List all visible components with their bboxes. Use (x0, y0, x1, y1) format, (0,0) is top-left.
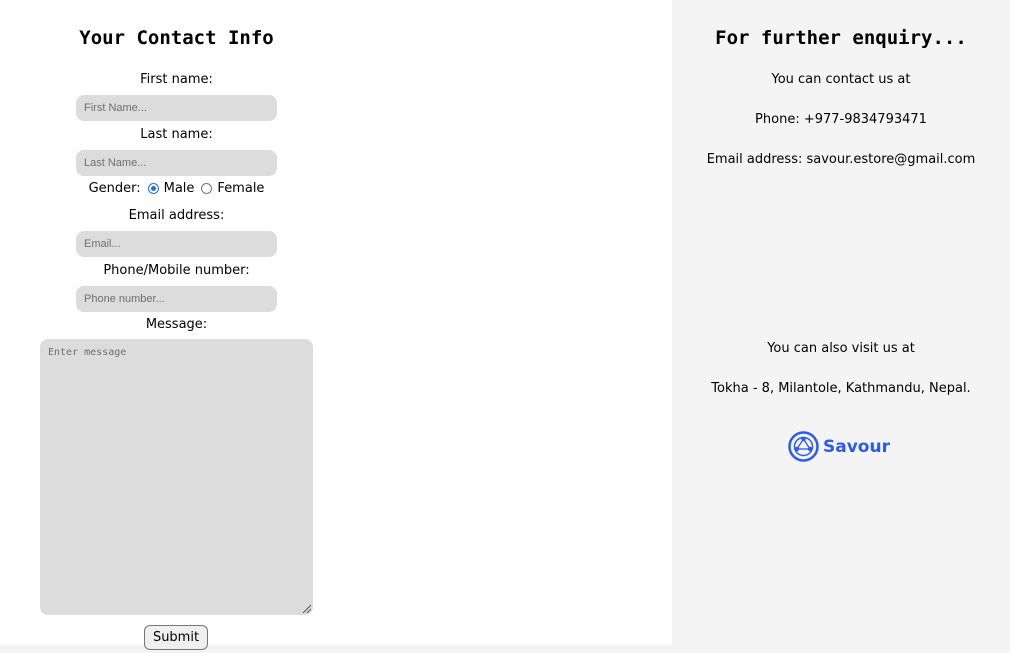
contact-page: Your Contact Info First name: Last name:… (0, 0, 1015, 653)
savour-logo: Savour (788, 431, 890, 462)
form-title: Your Contact Info (79, 27, 274, 49)
last-name-input[interactable] (76, 150, 277, 176)
first-name-input[interactable] (76, 95, 277, 121)
contact-intro: You can contact us at (771, 72, 911, 87)
gender-group: Gender: Male Female (0, 181, 353, 196)
visit-intro: You can also visit us at (767, 341, 915, 356)
last-name-label: Last name: (140, 127, 213, 142)
contact-form-panel: Your Contact Info First name: Last name:… (0, 0, 672, 650)
right-edge-strip (1010, 0, 1015, 653)
female-radio[interactable] (201, 183, 213, 194)
message-label: Message: (145, 317, 208, 332)
message-textarea[interactable] (40, 339, 313, 615)
gender-label: Gender: (88, 181, 141, 196)
contact-phone: Phone: +977-9834793471 (755, 112, 927, 127)
submit-button[interactable]: Submit (144, 625, 208, 650)
address: Tokha - 8, Milantole, Kathmandu, Nepal. (711, 381, 971, 396)
enquiry-title: For further enquiry... (715, 27, 967, 49)
resize-grip-icon[interactable] (302, 604, 311, 613)
male-radio[interactable] (147, 183, 159, 194)
enquiry-panel: For further enquiry... You can contact u… (672, 0, 1010, 653)
phone-label: Phone/Mobile number: (103, 263, 250, 278)
phone-input[interactable] (76, 286, 277, 312)
first-name-label: First name: (140, 72, 213, 87)
savour-logo-icon (788, 431, 819, 462)
email-input[interactable] (76, 231, 277, 257)
contact-email: Email address: savour.estore@gmail.com (706, 152, 976, 167)
female-radio-label[interactable]: Female (217, 181, 264, 196)
male-radio-label[interactable]: Male (164, 181, 195, 196)
savour-logo-text: Savour (823, 436, 890, 457)
email-label: Email address: (128, 208, 225, 223)
